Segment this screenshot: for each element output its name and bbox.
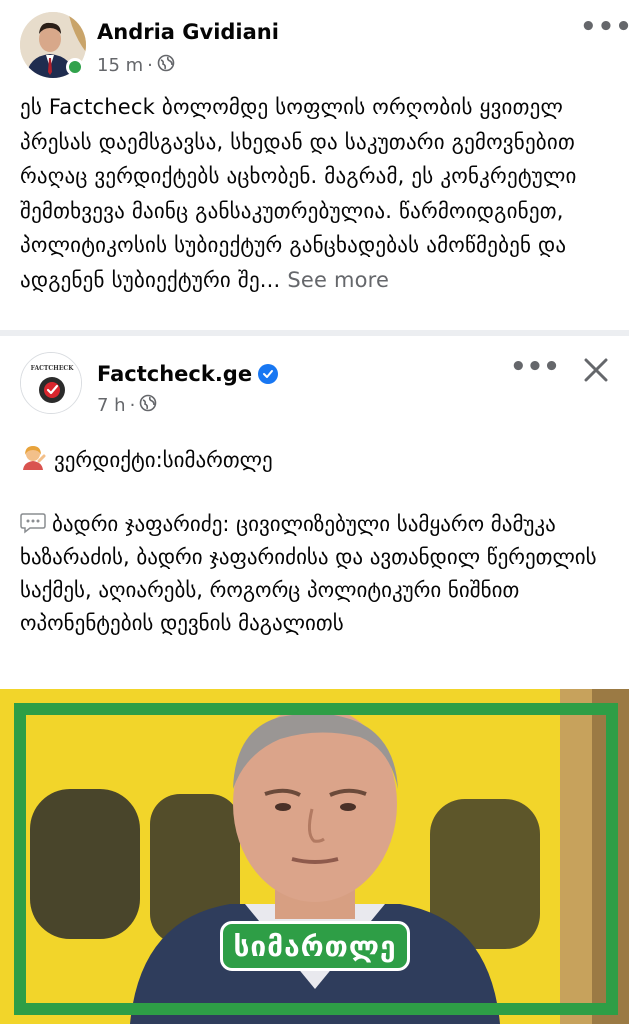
post-text-content: ეს Factcheck ბოლომდე სოფლის ორღობის ყვით… <box>20 95 577 292</box>
online-status-indicator <box>66 58 84 76</box>
page-avatar-logo-text: FACTCHECK <box>31 365 75 372</box>
close-icon[interactable] <box>580 354 612 386</box>
verdict-line: ვერდიქტი:სიმართლე <box>20 444 273 475</box>
meta-separator: · <box>129 395 136 416</box>
more-options-icon[interactable]: ••• <box>580 12 629 42</box>
globe-icon <box>157 54 175 77</box>
post-meta: 15 m · <box>97 54 175 77</box>
meta-separator: · <box>147 55 153 76</box>
post-2: FACTCHECK Factcheck.ge 7 h · ••• ვერდიქტ… <box>0 336 629 1024</box>
page-avatar[interactable]: FACTCHECK <box>20 352 82 414</box>
quote-text: ბადრი ჯაფარიძე: ცივილიზებული სამყარო მამ… <box>20 508 620 640</box>
globe-icon <box>139 394 157 417</box>
author-name[interactable]: Andria Gvidiani <box>97 20 279 44</box>
verdict-image-label: სიმართლე <box>220 921 410 971</box>
verified-badge-icon <box>258 364 279 384</box>
see-more-link[interactable]: See more <box>287 268 389 292</box>
post-time[interactable]: 7 h <box>97 395 126 416</box>
verdict-text: ვერდიქტი:სიმართლე <box>54 447 273 472</box>
page-name[interactable]: Factcheck.ge <box>97 362 252 386</box>
post-1: Andria Gvidiani 15 m · ••• ეს Factcheck … <box>0 0 629 330</box>
post-meta: 7 h · <box>97 394 157 417</box>
more-options-icon[interactable]: ••• <box>510 352 560 382</box>
speech-bubble-icon <box>20 511 46 534</box>
post-text: ეს Factcheck ბოლომდე სოფლის ორღობის ყვით… <box>20 90 610 297</box>
woman-tipping-hand-icon <box>20 444 46 475</box>
page-name-row: Factcheck.ge <box>97 362 279 386</box>
post-image[interactable]: სიმართლე <box>0 689 629 1024</box>
post-time[interactable]: 15 m <box>97 55 143 76</box>
quote-content: ბადრი ჯაფარიძე: ცივილიზებული სამყარო მამ… <box>20 512 597 635</box>
